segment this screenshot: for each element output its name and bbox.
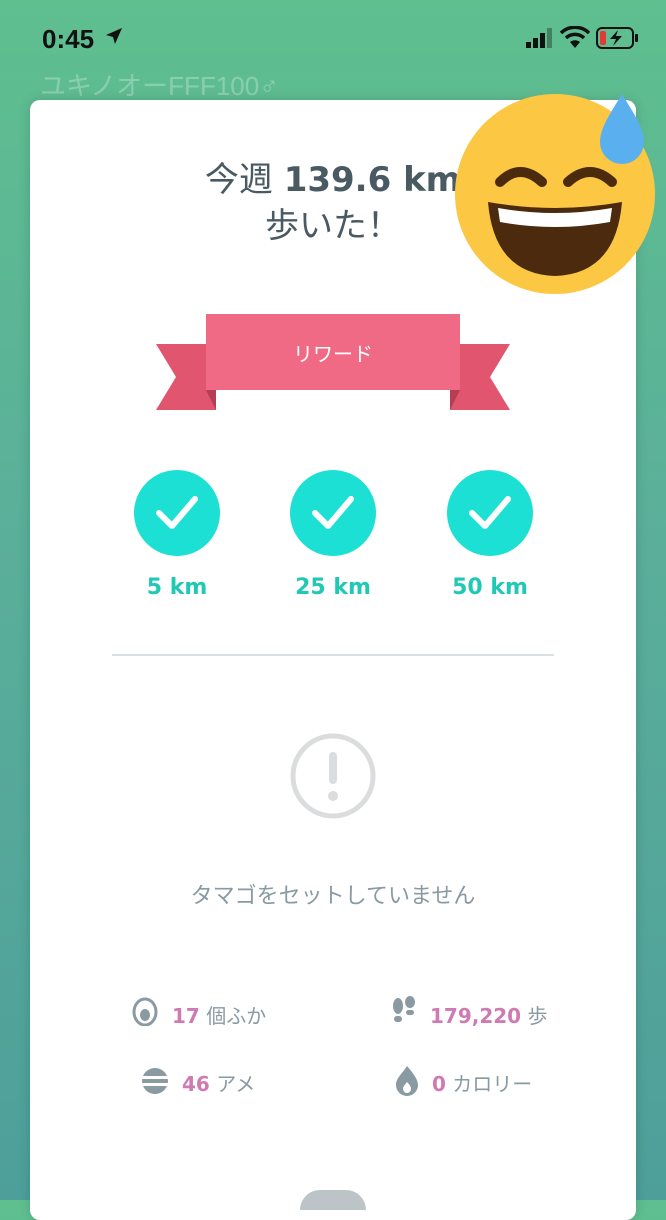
wifi-icon bbox=[560, 26, 590, 48]
candy-count: 46 bbox=[182, 1072, 210, 1096]
close-button-peek[interactable] bbox=[300, 1190, 366, 1210]
milestone-badge-25km bbox=[290, 470, 376, 556]
status-time: 0:45 bbox=[42, 24, 95, 54]
steps-unit: 歩 bbox=[527, 1004, 548, 1028]
egg-icon bbox=[132, 997, 158, 1026]
weekly-title-prefix: 今週 bbox=[204, 160, 273, 200]
hatched-count: 17 bbox=[172, 1004, 200, 1028]
steps-count: 179,220 bbox=[430, 1004, 522, 1028]
checkmark-icon bbox=[312, 496, 354, 529]
grinning-sweat-emoji bbox=[455, 94, 655, 294]
calories-unit: カロリー bbox=[452, 1072, 533, 1096]
milestone-label: 25 km bbox=[295, 575, 371, 600]
candy-stat: 46 アメ bbox=[182, 1068, 255, 1097]
flame-icon bbox=[396, 1066, 418, 1096]
location-arrow-icon bbox=[106, 28, 122, 44]
divider bbox=[112, 654, 554, 656]
hatched-stat: 17 個ふか bbox=[172, 1000, 266, 1029]
milestone-label: 5 km bbox=[146, 575, 208, 600]
battery-low-charging-icon bbox=[596, 27, 638, 49]
steps-stat: 179,220 歩 bbox=[430, 1000, 547, 1029]
calories-count: 0 bbox=[432, 1072, 446, 1096]
weekly-distance: 139.6 km bbox=[283, 160, 462, 200]
footsteps-icon bbox=[393, 996, 415, 1022]
cellular-signal-icon bbox=[526, 28, 552, 48]
exclamation-circle-icon bbox=[290, 733, 376, 819]
checkmark-icon bbox=[156, 496, 198, 529]
checkmark-icon bbox=[469, 496, 511, 529]
calories-stat: 0 カロリー bbox=[432, 1068, 532, 1097]
candy-unit: アメ bbox=[216, 1072, 256, 1096]
background-trainer-name: ユキノオーFFF100♂ bbox=[40, 71, 279, 101]
hatched-unit: 個ふか bbox=[206, 1004, 267, 1028]
reward-label: リワード bbox=[293, 342, 373, 366]
milestone-label: 50 km bbox=[452, 575, 528, 600]
candy-icon bbox=[142, 1068, 168, 1094]
milestone-badge-5km bbox=[134, 470, 220, 556]
milestone-badge-50km bbox=[447, 470, 533, 556]
no-egg-message: タマゴをセットしていません bbox=[190, 884, 476, 909]
